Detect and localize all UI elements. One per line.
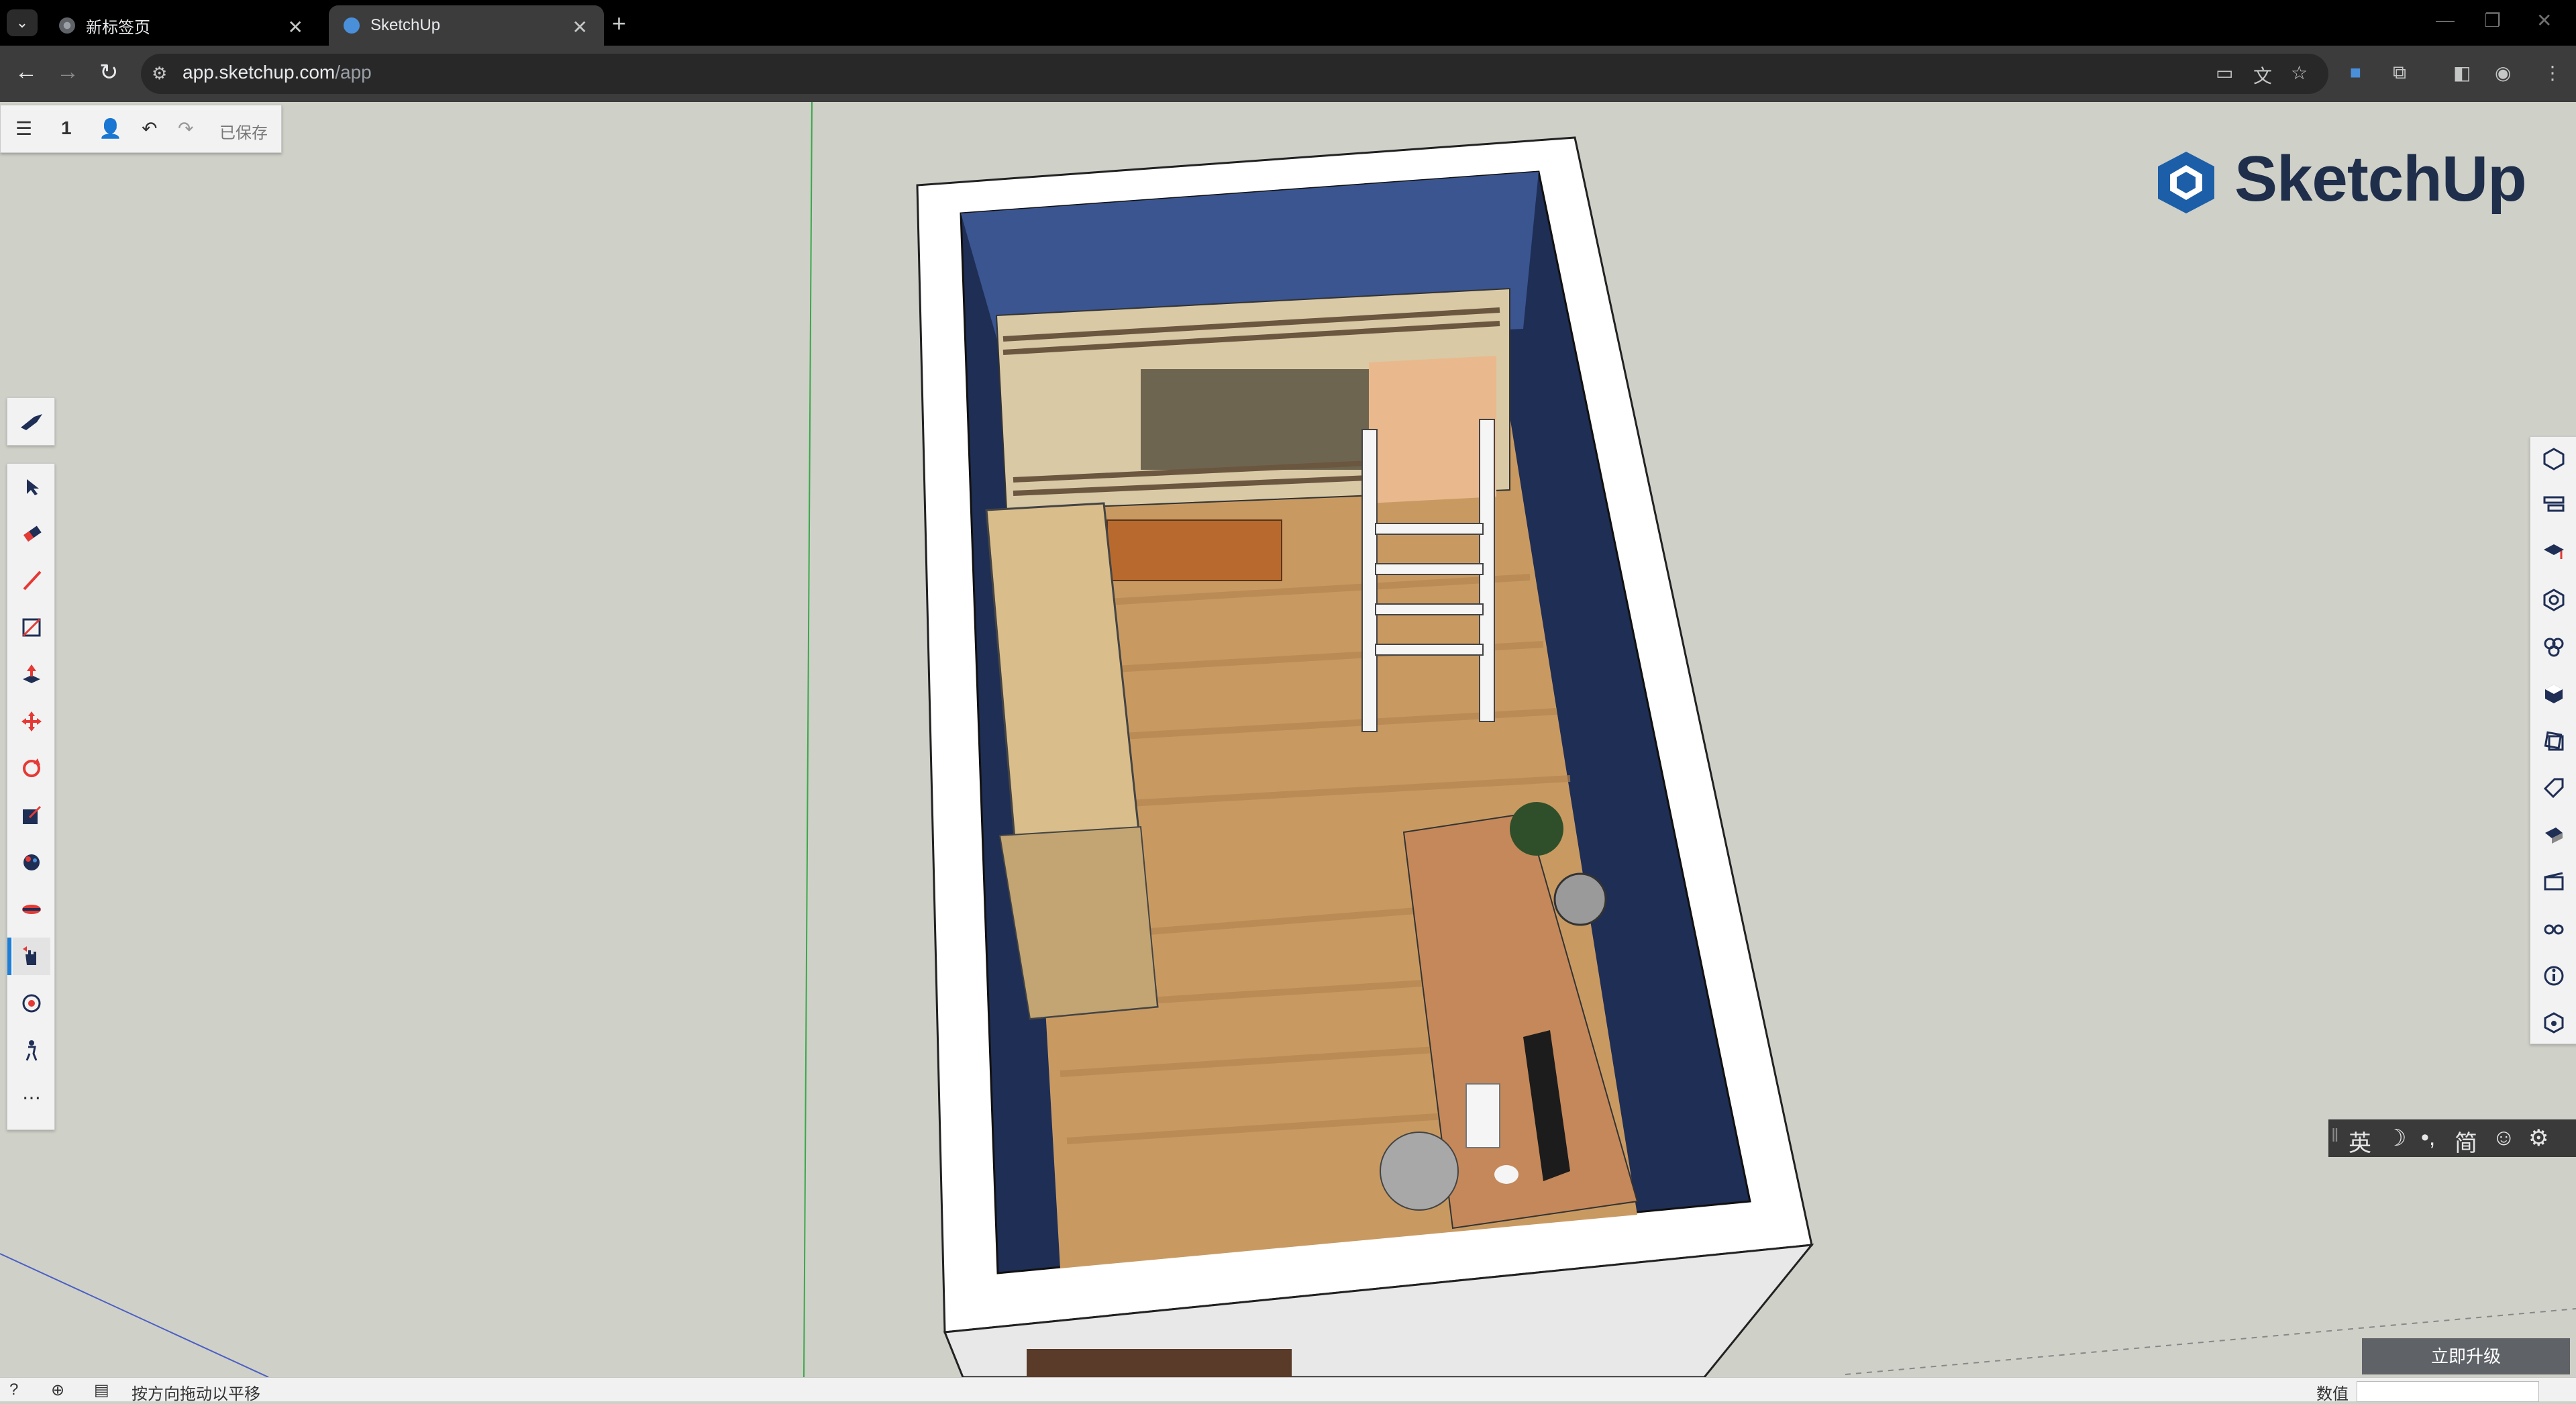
ime-simplified-toggle[interactable]: 简 (2455, 1125, 2477, 1158)
omnibox[interactable] (141, 54, 2328, 94)
redo-icon[interactable]: ↷ (178, 117, 193, 140)
chrome-icon (59, 17, 75, 34)
cast-icon[interactable]: ▭ (2216, 62, 2233, 84)
paint-bucket-tool-icon[interactable] (13, 844, 50, 881)
display-glasses-icon[interactable] (2536, 911, 2572, 947)
tags-icon[interactable] (2536, 723, 2572, 759)
pan-tool-icon[interactable] (7, 938, 50, 975)
browser-tab-new[interactable]: 新标签页 ✕ (44, 5, 319, 46)
outliner-icon[interactable] (2536, 488, 2572, 524)
translate-icon[interactable]: 文 (2253, 62, 2272, 89)
tab-search-button[interactable]: ⌄ (7, 9, 38, 36)
move-tool-icon[interactable] (13, 703, 50, 740)
measurements-input[interactable] (2357, 1381, 2539, 1402)
blue-axis (0, 1253, 269, 1377)
side-panel-icon[interactable]: ◧ (2453, 62, 2471, 84)
lamp (1553, 872, 1607, 926)
keyboard (1465, 1083, 1500, 1148)
rotate-tool-icon[interactable] (13, 750, 50, 787)
ime-language-toggle[interactable]: 英 (2349, 1125, 2371, 1158)
components-icon[interactable] (2536, 582, 2572, 618)
entity-info-icon[interactable] (2536, 441, 2572, 477)
tape-measure-tool-icon[interactable] (13, 891, 50, 928)
bed-end-panel (1369, 356, 1496, 503)
upgrade-button[interactable]: 立即升级 (2362, 1338, 2570, 1374)
select-tool-icon[interactable] (13, 468, 50, 505)
geo-location-icon[interactable]: ⊕ (51, 1381, 64, 1400)
status-bar: ? ⊕ ▤ 按方向拖动以平移 数值 (0, 1377, 2576, 1403)
search-tool-icon[interactable] (13, 402, 50, 440)
back-icon[interactable]: ← (15, 59, 38, 85)
search-tools-panel (7, 397, 55, 446)
green-axis (803, 102, 813, 1377)
credits-icon[interactable]: ▤ (94, 1381, 109, 1400)
orbit-tool-icon[interactable] (13, 985, 50, 1022)
ime-moon-icon[interactable]: ☽ (2386, 1125, 2406, 1152)
ime-toolbar: ‖ 英 ☽ •, 简 ☺ ⚙ (2328, 1119, 2576, 1157)
tool-panel: ⋯ (7, 463, 55, 1130)
site-info-icon[interactable]: ⚙ (152, 63, 167, 84)
modeling-viewport[interactable] (0, 102, 2576, 1377)
mouse (1494, 1165, 1518, 1184)
shadows-icon[interactable] (2536, 817, 2572, 853)
scene-number[interactable]: 1 (61, 117, 72, 139)
help-icon[interactable]: ? (9, 1381, 18, 1399)
styles-icon[interactable] (2536, 676, 2572, 712)
under-bed-drawers (1106, 519, 1282, 581)
close-window-icon[interactable]: ✕ (2536, 9, 2552, 32)
tab-title: SketchUp (370, 16, 441, 34)
sketchup-logo-icon (2154, 149, 2218, 219)
sketchup-logo-text: SketchUp (2234, 143, 2527, 215)
right-panel (2530, 436, 2576, 1044)
reload-icon[interactable]: ↻ (99, 59, 119, 86)
browser-menu-icon[interactable]: ⋮ (2543, 62, 2562, 84)
ime-drag-handle[interactable]: ‖ (2331, 1125, 2339, 1146)
url-path: /app (335, 62, 372, 83)
rectangle-tool-icon[interactable] (13, 609, 50, 646)
scenes-icon[interactable] (2536, 864, 2572, 900)
ime-emoji-icon[interactable]: ☺ (2492, 1125, 2516, 1151)
tag-label-icon[interactable] (2536, 770, 2572, 806)
walk-tool-icon[interactable] (13, 1032, 50, 1069)
bedding (1141, 369, 1376, 470)
forward-icon[interactable]: → (56, 59, 79, 85)
model-scene[interactable] (0, 102, 2576, 1377)
extensions-puzzle-icon[interactable]: ⧉ (2393, 62, 2406, 84)
tab-title: 新标签页 (86, 18, 150, 37)
undo-icon[interactable]: ↶ (142, 117, 157, 140)
url-host: app.sketchup.com (183, 62, 336, 83)
bookmark-star-icon[interactable]: ☆ (2291, 62, 2308, 84)
more-tools-icon[interactable]: ⋯ (13, 1079, 50, 1116)
profile-avatar-icon[interactable]: ◉ (2495, 62, 2511, 84)
browser-tab-bar: ⌄ 新标签页 ✕ SketchUp ✕ + — ❐ ✕ (0, 0, 2576, 46)
scale-tool-icon[interactable] (13, 797, 50, 834)
eraser-tool-icon[interactable] (13, 515, 50, 552)
plant (1510, 802, 1563, 856)
url-text[interactable]: app.sketchup.com/app (183, 62, 372, 83)
door-glimpse (1027, 1349, 1292, 1377)
ime-settings-icon[interactable]: ⚙ (2528, 1125, 2548, 1152)
solid-inspector-icon[interactable] (2536, 1005, 2572, 1041)
push-pull-tool-icon[interactable] (13, 656, 50, 693)
materials-icon[interactable] (2536, 629, 2572, 665)
new-tab-icon[interactable]: + (612, 9, 626, 38)
line-tool-icon[interactable] (13, 562, 50, 599)
desk-chair (1380, 1132, 1459, 1211)
restore-icon[interactable]: ❐ (2484, 9, 2501, 32)
extension-icon[interactable]: ■ (2350, 62, 2361, 83)
model-info-icon[interactable] (2536, 958, 2572, 994)
sketchup-favicon-icon (344, 17, 360, 34)
minimize-icon[interactable]: — (2436, 9, 2455, 31)
collaborators-icon[interactable]: 👤 (99, 117, 122, 140)
close-tab-icon[interactable]: ✕ (288, 16, 303, 38)
saved-status: 已保存 (219, 124, 268, 142)
file-toolbar: ☰ 1 👤 ↶ ↷ 已保存 (0, 105, 282, 153)
ime-punctuation-icon[interactable]: •, (2421, 1125, 2435, 1151)
browser-tab-sketchup[interactable]: SketchUp ✕ (329, 5, 604, 46)
hamburger-menu-icon[interactable]: ☰ (15, 117, 32, 140)
instructor-icon[interactable] (2536, 535, 2572, 571)
close-tab-icon[interactable]: ✕ (572, 16, 588, 38)
